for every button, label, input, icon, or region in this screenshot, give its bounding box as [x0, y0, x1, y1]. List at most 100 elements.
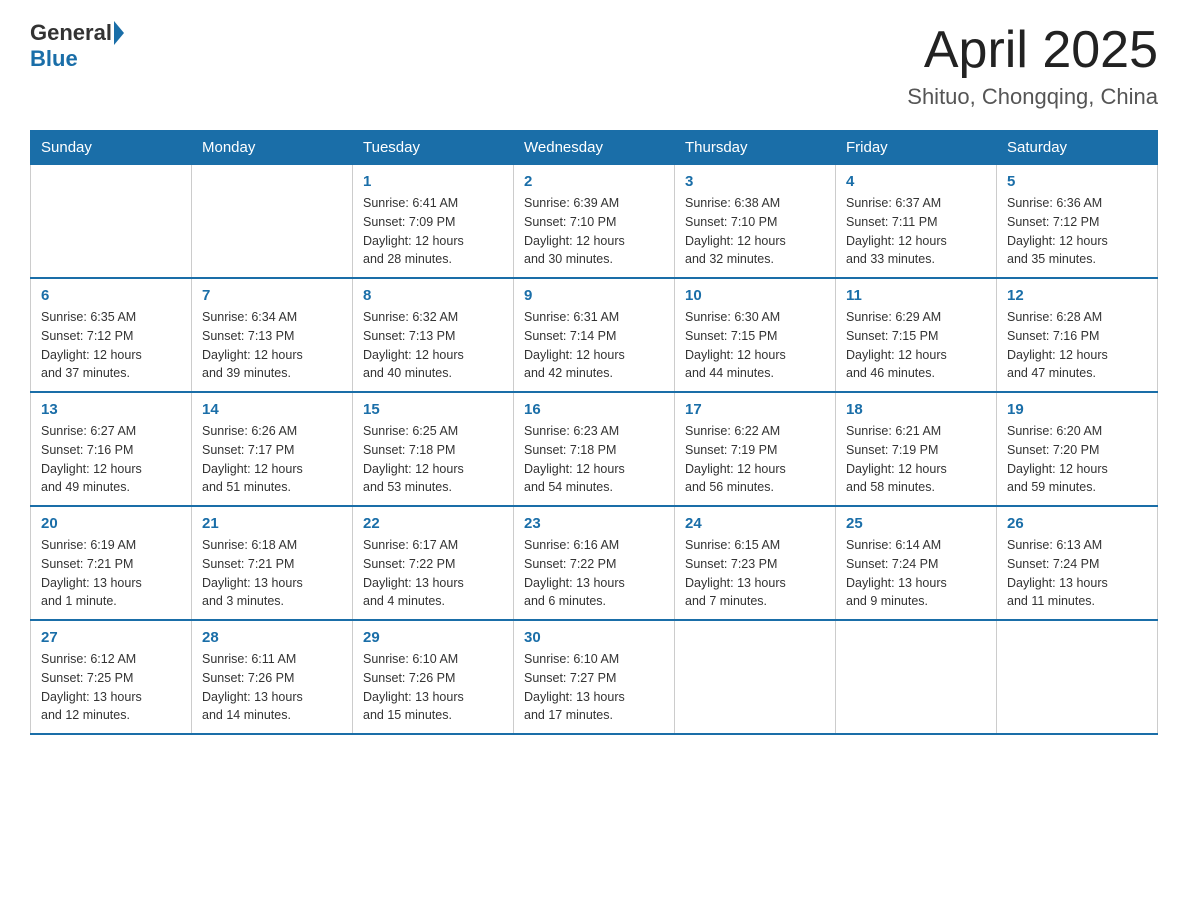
- day-info: Sunrise: 6:16 AM Sunset: 7:22 PM Dayligh…: [524, 536, 664, 611]
- calendar-cell-w4-d0: 20 Sunrise: 6:19 AM Sunset: 7:21 PM Dayli…: [31, 506, 192, 620]
- calendar-cell-w2-d1: 7 Sunrise: 6:34 AM Sunset: 7:13 PM Daylig…: [192, 278, 353, 392]
- day-number: 17: [685, 401, 825, 418]
- day-number: 18: [846, 401, 986, 418]
- day-info: Sunrise: 6:19 AM Sunset: 7:21 PM Dayligh…: [41, 536, 181, 611]
- calendar-cell-w2-d3: 9Sunrise: 6:31 AM Sunset: 7:14 PM Daylig…: [514, 278, 675, 392]
- calendar-cell-w3-d6: 19 Sunrise: 6:20 AM Sunset: 7:20 PM Dayli…: [997, 392, 1158, 506]
- calendar-cell-w2-d2: 8Sunrise: 6:32 AM Sunset: 7:13 PM Daylig…: [353, 278, 514, 392]
- day-info: Sunrise: 6:21 AM Sunset: 7:19 PM Dayligh…: [846, 422, 986, 497]
- day-number: 5: [1007, 173, 1147, 190]
- day-number: 10: [685, 287, 825, 304]
- calendar-cell-w4-d6: 26 Sunrise: 6:13 AM Sunset: 7:24 PM Dayli…: [997, 506, 1158, 620]
- day-info: Sunrise: 6:36 AM Sunset: 7:12 PM Dayligh…: [1007, 194, 1147, 269]
- calendar-cell-w5-d1: 28 Sunrise: 6:11 AM Sunset: 7:26 PM Dayli…: [192, 620, 353, 734]
- page-header: General Blue April 2025 Shituo, Chongqin…: [30, 20, 1158, 110]
- calendar-cell-w1-d2: 1 Sunrise: 6:41 AM Sunset: 7:09 PM Daylig…: [353, 165, 514, 279]
- day-number: 16: [524, 401, 664, 418]
- calendar-cell-w2-d0: 6Sunrise: 6:35 AM Sunset: 7:12 PM Daylig…: [31, 278, 192, 392]
- day-number: 20: [41, 515, 181, 532]
- day-info: Sunrise: 6:31 AM Sunset: 7:14 PM Dayligh…: [524, 308, 664, 383]
- day-number: 8: [363, 287, 503, 304]
- calendar-cell-w2-d5: 11 Sunrise: 6:29 AM Sunset: 7:15 PM Dayli…: [836, 278, 997, 392]
- day-number: 24: [685, 515, 825, 532]
- day-number: 22: [363, 515, 503, 532]
- day-number: 21: [202, 515, 342, 532]
- day-number: 28: [202, 629, 342, 646]
- day-number: 14: [202, 401, 342, 418]
- header-col-thursday: Thursday: [675, 131, 836, 165]
- calendar-week-3: 13 Sunrise: 6:27 AM Sunset: 7:16 PM Dayli…: [31, 392, 1158, 506]
- day-info: Sunrise: 6:27 AM Sunset: 7:16 PM Dayligh…: [41, 422, 181, 497]
- day-info: Sunrise: 6:28 AM Sunset: 7:16 PM Dayligh…: [1007, 308, 1147, 383]
- calendar-week-1: 1 Sunrise: 6:41 AM Sunset: 7:09 PM Daylig…: [31, 165, 1158, 279]
- calendar-cell-w3-d0: 13 Sunrise: 6:27 AM Sunset: 7:16 PM Dayli…: [31, 392, 192, 506]
- logo: General Blue: [30, 20, 124, 72]
- header-col-monday: Monday: [192, 131, 353, 165]
- calendar-cell-w4-d2: 22 Sunrise: 6:17 AM Sunset: 7:22 PM Dayli…: [353, 506, 514, 620]
- day-info: Sunrise: 6:10 AM Sunset: 7:27 PM Dayligh…: [524, 650, 664, 725]
- header-col-wednesday: Wednesday: [514, 131, 675, 165]
- calendar-table: SundayMondayTuesdayWednesdayThursdayFrid…: [30, 130, 1158, 735]
- calendar-cell-w4-d1: 21 Sunrise: 6:18 AM Sunset: 7:21 PM Dayli…: [192, 506, 353, 620]
- day-info: Sunrise: 6:37 AM Sunset: 7:11 PM Dayligh…: [846, 194, 986, 269]
- calendar-week-5: 27 Sunrise: 6:12 AM Sunset: 7:25 PM Dayli…: [31, 620, 1158, 734]
- calendar-cell-w1-d5: 4Sunrise: 6:37 AM Sunset: 7:11 PM Daylig…: [836, 165, 997, 279]
- day-number: 1: [363, 173, 503, 190]
- logo-blue-text: Blue: [30, 46, 124, 72]
- calendar-cell-w5-d0: 27 Sunrise: 6:12 AM Sunset: 7:25 PM Dayli…: [31, 620, 192, 734]
- day-number: 13: [41, 401, 181, 418]
- day-info: Sunrise: 6:26 AM Sunset: 7:17 PM Dayligh…: [202, 422, 342, 497]
- calendar-cell-w1-d6: 5 Sunrise: 6:36 AM Sunset: 7:12 PM Daylig…: [997, 165, 1158, 279]
- day-number: 23: [524, 515, 664, 532]
- day-number: 7: [202, 287, 342, 304]
- calendar-week-2: 6Sunrise: 6:35 AM Sunset: 7:12 PM Daylig…: [31, 278, 1158, 392]
- calendar-cell-w1-d1: [192, 165, 353, 279]
- calendar-cell-w3-d5: 18 Sunrise: 6:21 AM Sunset: 7:19 PM Dayli…: [836, 392, 997, 506]
- day-info: Sunrise: 6:12 AM Sunset: 7:25 PM Dayligh…: [41, 650, 181, 725]
- day-number: 15: [363, 401, 503, 418]
- calendar-cell-w3-d3: 16 Sunrise: 6:23 AM Sunset: 7:18 PM Dayli…: [514, 392, 675, 506]
- calendar-cell-w3-d1: 14 Sunrise: 6:26 AM Sunset: 7:17 PM Dayli…: [192, 392, 353, 506]
- calendar-week-4: 20 Sunrise: 6:19 AM Sunset: 7:21 PM Dayli…: [31, 506, 1158, 620]
- day-number: 30: [524, 629, 664, 646]
- day-info: Sunrise: 6:29 AM Sunset: 7:15 PM Dayligh…: [846, 308, 986, 383]
- calendar-cell-w3-d4: 17 Sunrise: 6:22 AM Sunset: 7:19 PM Dayli…: [675, 392, 836, 506]
- calendar-cell-w1-d3: 2Sunrise: 6:39 AM Sunset: 7:10 PM Daylig…: [514, 165, 675, 279]
- day-info: Sunrise: 6:23 AM Sunset: 7:18 PM Dayligh…: [524, 422, 664, 497]
- calendar-cell-w5-d6: [997, 620, 1158, 734]
- day-number: 6: [41, 287, 181, 304]
- calendar-header-row: SundayMondayTuesdayWednesdayThursdayFrid…: [31, 131, 1158, 165]
- day-number: 3: [685, 173, 825, 190]
- header-col-tuesday: Tuesday: [353, 131, 514, 165]
- day-info: Sunrise: 6:41 AM Sunset: 7:09 PM Dayligh…: [363, 194, 503, 269]
- calendar-cell-w1-d4: 3Sunrise: 6:38 AM Sunset: 7:10 PM Daylig…: [675, 165, 836, 279]
- day-info: Sunrise: 6:34 AM Sunset: 7:13 PM Dayligh…: [202, 308, 342, 383]
- day-number: 29: [363, 629, 503, 646]
- calendar-cell-w3-d2: 15 Sunrise: 6:25 AM Sunset: 7:18 PM Dayli…: [353, 392, 514, 506]
- calendar-title: April 2025: [907, 20, 1158, 80]
- day-info: Sunrise: 6:17 AM Sunset: 7:22 PM Dayligh…: [363, 536, 503, 611]
- day-info: Sunrise: 6:39 AM Sunset: 7:10 PM Dayligh…: [524, 194, 664, 269]
- header-col-sunday: Sunday: [31, 131, 192, 165]
- header-col-saturday: Saturday: [997, 131, 1158, 165]
- day-info: Sunrise: 6:11 AM Sunset: 7:26 PM Dayligh…: [202, 650, 342, 725]
- calendar-cell-w5-d2: 29 Sunrise: 6:10 AM Sunset: 7:26 PM Dayli…: [353, 620, 514, 734]
- day-info: Sunrise: 6:30 AM Sunset: 7:15 PM Dayligh…: [685, 308, 825, 383]
- day-info: Sunrise: 6:22 AM Sunset: 7:19 PM Dayligh…: [685, 422, 825, 497]
- day-number: 27: [41, 629, 181, 646]
- day-info: Sunrise: 6:18 AM Sunset: 7:21 PM Dayligh…: [202, 536, 342, 611]
- day-info: Sunrise: 6:20 AM Sunset: 7:20 PM Dayligh…: [1007, 422, 1147, 497]
- day-info: Sunrise: 6:13 AM Sunset: 7:24 PM Dayligh…: [1007, 536, 1147, 611]
- calendar-subtitle: Shituo, Chongqing, China: [907, 84, 1158, 110]
- day-number: 19: [1007, 401, 1147, 418]
- calendar-cell-w1-d0: [31, 165, 192, 279]
- calendar-cell-w2-d4: 10 Sunrise: 6:30 AM Sunset: 7:15 PM Dayli…: [675, 278, 836, 392]
- day-info: Sunrise: 6:10 AM Sunset: 7:26 PM Dayligh…: [363, 650, 503, 725]
- header-col-friday: Friday: [836, 131, 997, 165]
- day-info: Sunrise: 6:15 AM Sunset: 7:23 PM Dayligh…: [685, 536, 825, 611]
- day-info: Sunrise: 6:25 AM Sunset: 7:18 PM Dayligh…: [363, 422, 503, 497]
- day-number: 26: [1007, 515, 1147, 532]
- calendar-cell-w4-d3: 23 Sunrise: 6:16 AM Sunset: 7:22 PM Dayli…: [514, 506, 675, 620]
- calendar-title-block: April 2025 Shituo, Chongqing, China: [907, 20, 1158, 110]
- day-number: 11: [846, 287, 986, 304]
